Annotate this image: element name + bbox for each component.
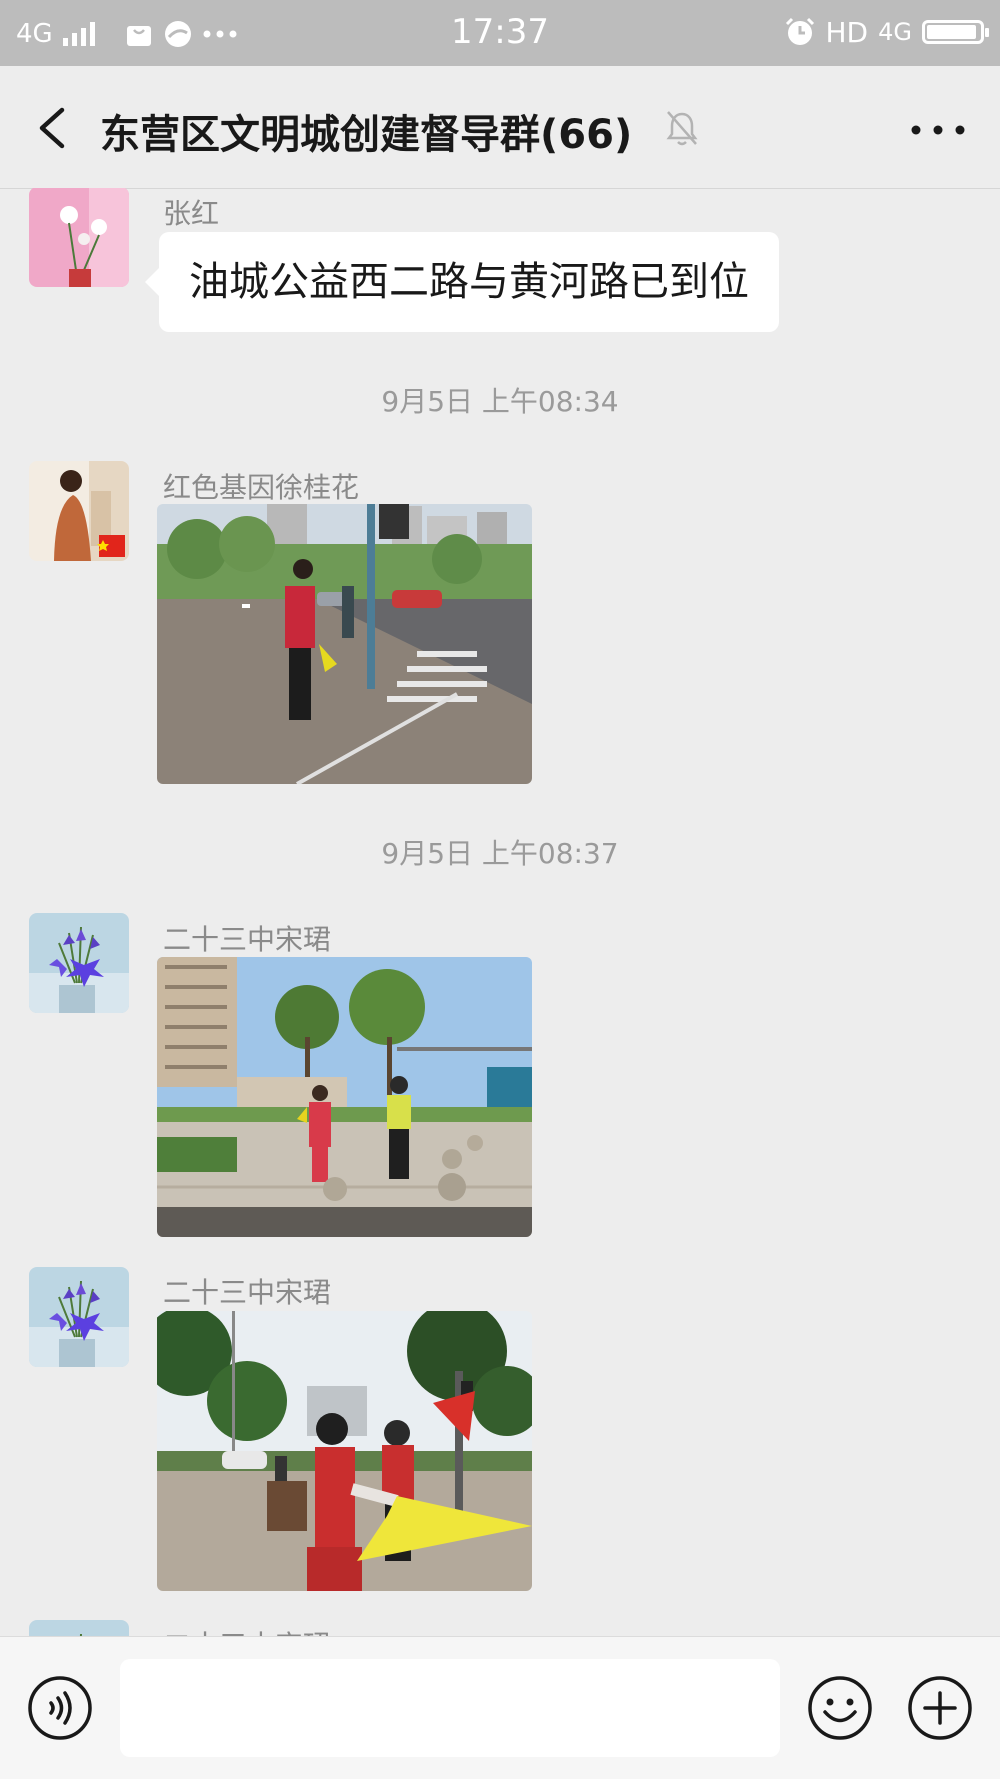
alarm-clock-icon <box>785 17 814 45</box>
sender-name: 张红 <box>163 197 220 230</box>
timestamp: 9月5日 上午08:37 <box>381 837 619 870</box>
input-bar <box>0 1636 1000 1779</box>
add-more-button[interactable] <box>907 1675 973 1741</box>
chat-header: 东营区文明城创建督导群(66) <box>0 66 1000 189</box>
battery-level <box>927 25 977 39</box>
hd-label: HD <box>825 15 869 49</box>
avatar[interactable] <box>29 913 129 1013</box>
avatar[interactable] <box>29 1267 129 1367</box>
image-message[interactable] <box>157 1311 532 1591</box>
sender-name: 二十三中宋珺 <box>163 1276 332 1309</box>
message-text: 油城公益西二路与黄河路已到位 <box>189 259 749 305</box>
battery-icon <box>922 20 989 44</box>
message-input[interactable] <box>120 1659 780 1757</box>
chat-title: 东营区文明城创建督导群(66) <box>100 112 633 158</box>
back-button[interactable] <box>28 100 80 156</box>
sender-name: 二十三中宋珺 <box>163 923 332 956</box>
more-options-button[interactable] <box>906 110 970 150</box>
image-message[interactable] <box>157 957 532 1237</box>
status-right: HD 4G <box>784 12 989 52</box>
status-bar: 4G 17:37 HD 4G <box>0 0 1000 66</box>
avatar[interactable] <box>29 461 129 561</box>
voice-input-button[interactable] <box>27 1675 93 1741</box>
network-right-label: 4G <box>878 18 912 46</box>
avatar[interactable] <box>29 1620 129 1636</box>
text-message-bubble[interactable]: 油城公益西二路与黄河路已到位 <box>145 232 779 332</box>
avatar[interactable] <box>29 188 129 287</box>
image-message[interactable] <box>157 504 532 784</box>
sender-name: 二十三中宋珺 <box>163 1624 331 1636</box>
emoji-button[interactable] <box>807 1675 873 1741</box>
timestamp: 9月5日 上午08:34 <box>381 385 619 418</box>
sender-name: 红色基因徐桂花 <box>163 471 360 504</box>
message-list[interactable]: 张红 油城公益西二路与黄河路已到位 9月5日 上午08:34 红色基因徐桂花 9… <box>0 188 1000 1636</box>
mute-bell-icon <box>666 111 698 146</box>
